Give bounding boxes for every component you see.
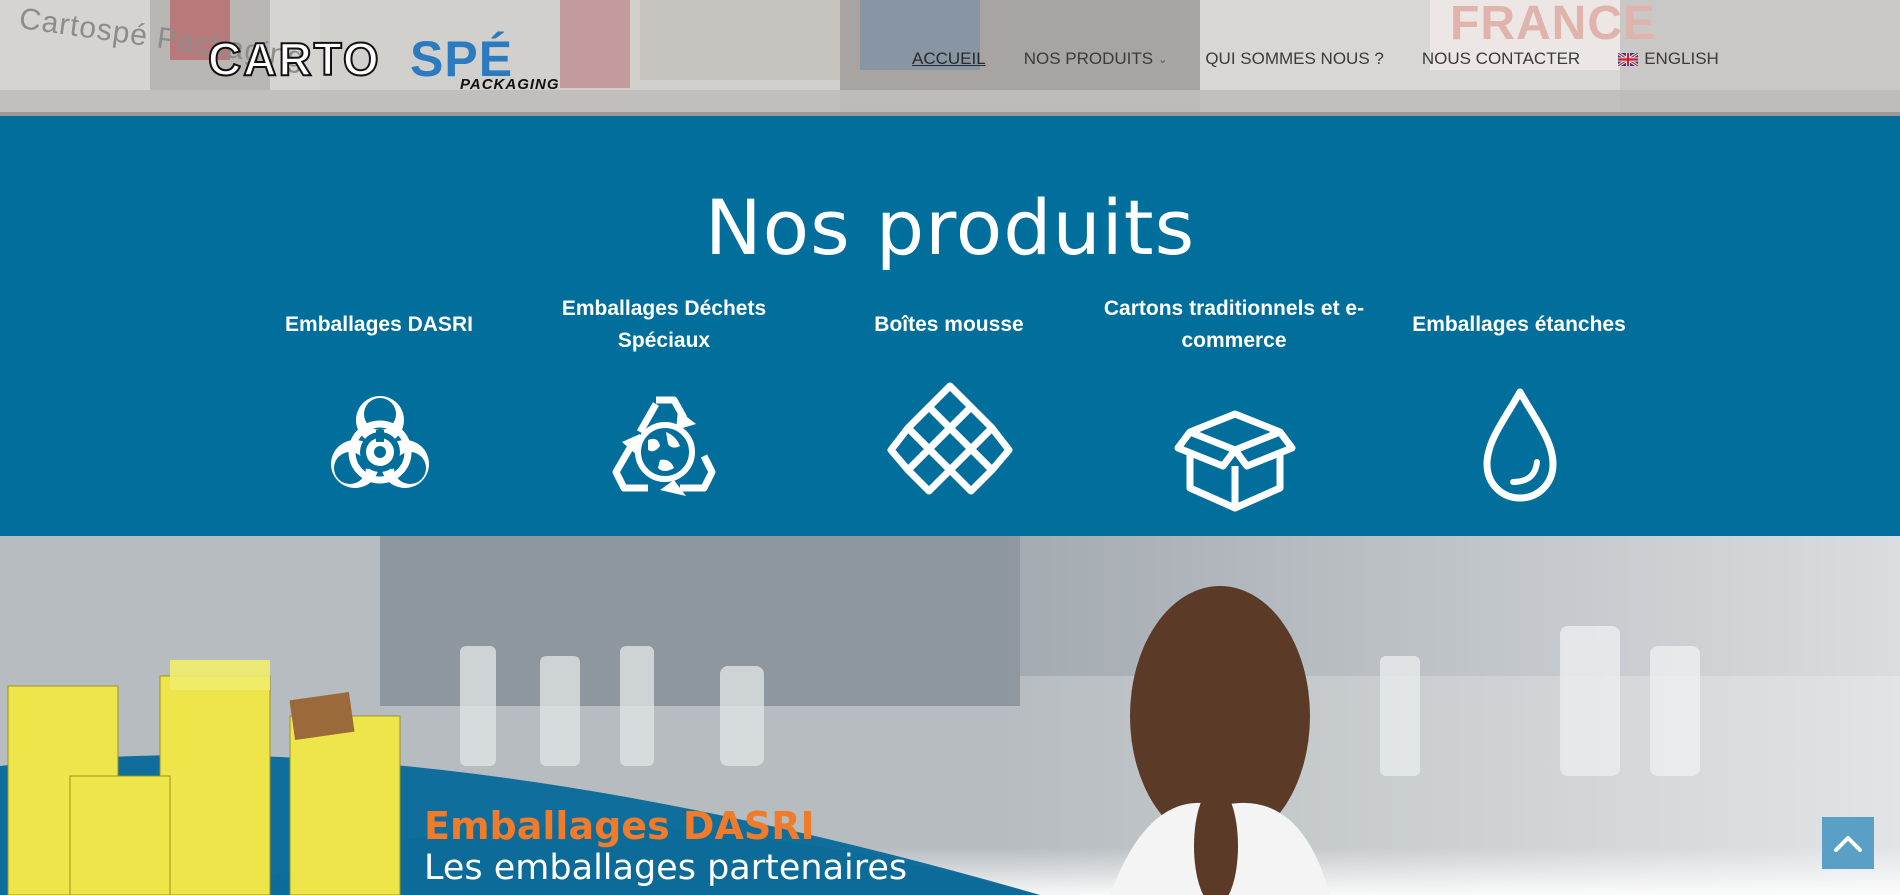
nav-item-label: NOUS CONTACTER [1421, 49, 1581, 68]
chevron-down-icon: ⌄ [1158, 53, 1168, 66]
category-emballages-etanches[interactable]: Emballages étanches [1379, 292, 1659, 502]
main-navigation: ACCUEIL NOS PRODUITS ⌄ QUI SOMMES NOUS ?… [912, 48, 1757, 70]
category-label: Emballages Déchets Spéciaux [561, 297, 767, 352]
header-signage-right: FRANCE [1450, 0, 1656, 50]
scroll-to-top-button[interactable] [1822, 817, 1874, 869]
nav-item-label: ENGLISH [1644, 49, 1719, 68]
recycle-globe-icon [612, 396, 716, 496]
category-label: Cartons traditionnels et e-commerce [1103, 297, 1365, 352]
nav-item-qui-sommes-nous[interactable]: QUI SOMMES NOUS ? [1205, 49, 1384, 69]
products-title: Nos produits [704, 182, 1196, 272]
nav-item-label: QUI SOMMES NOUS ? [1205, 49, 1384, 68]
category-label: Emballages étanches [1412, 313, 1626, 336]
hero-title: Emballages DASRI [424, 804, 815, 848]
biohazard-icon [331, 396, 429, 488]
category-label: Boîtes mousse [874, 313, 1024, 336]
site-header: Cartospé Packaging FRANCE CARTO SPÉ PACK… [0, 0, 1900, 116]
nav-item-english[interactable]: ENGLISH [1618, 49, 1719, 69]
nav-item-accueil[interactable]: ACCUEIL [912, 49, 986, 69]
nav-item-label: NOS PRODUITS [1023, 49, 1154, 68]
logo-tagline: PACKAGING [460, 76, 560, 93]
category-emballages-dasri[interactable]: Emballages DASRI [239, 292, 519, 488]
products-section: Nos produits Emballages DASRI Emballages [0, 116, 1900, 536]
category-cartons-traditionnels[interactable]: Cartons traditionnels et e-commerce [1094, 292, 1374, 512]
hero-subtitle: Les emballages partenaires [424, 848, 908, 888]
hero-banner[interactable]: Emballages DASRI Les emballages partenai… [0, 536, 1900, 895]
logo-text-carto: CARTO [207, 32, 381, 86]
foam-grid-icon [887, 382, 1013, 495]
uk-flag-icon [1618, 52, 1639, 66]
open-box-icon [1174, 410, 1296, 512]
nav-item-nous-contacter[interactable]: NOUS CONTACTER [1422, 49, 1580, 69]
nav-item-label: ACCUEIL [912, 49, 986, 68]
category-emballages-dechets-speciaux[interactable]: Emballages Déchets Spéciaux [524, 292, 804, 496]
water-drop-icon [1483, 388, 1557, 502]
site-logo[interactable]: CARTO SPÉ PACKAGING [207, 26, 564, 93]
nav-item-nos-produits[interactable]: NOS PRODUITS ⌄ [1024, 49, 1168, 69]
chevron-up-icon [1834, 836, 1862, 852]
category-boites-mousse[interactable]: Boîtes mousse [809, 292, 1089, 495]
category-label: Emballages DASRI [285, 313, 473, 336]
hero-background-photo [0, 536, 1900, 895]
